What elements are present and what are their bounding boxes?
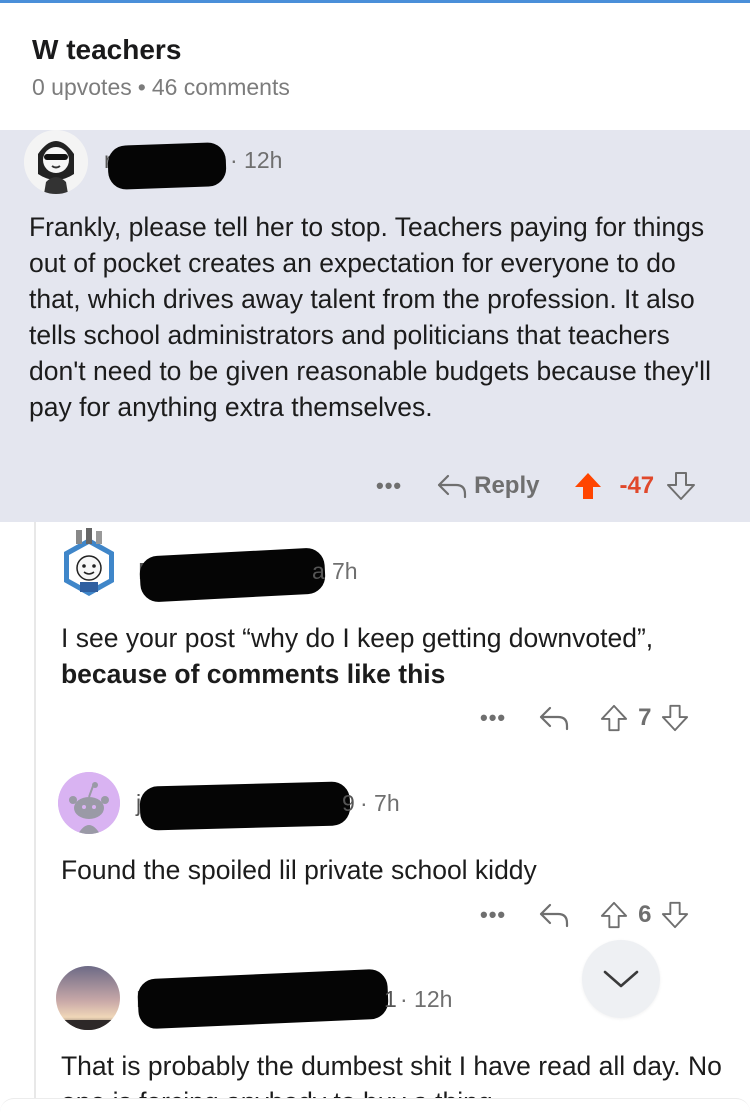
comment-time: 7h [332, 558, 358, 584]
post-title[interactable]: W teachers [32, 34, 290, 66]
avatar[interactable] [58, 772, 120, 834]
score: -47 [619, 472, 655, 499]
top-accent-line [0, 0, 750, 3]
scroll-next-button[interactable] [582, 940, 660, 1018]
upvote-icon[interactable] [573, 470, 603, 502]
username-tail: a [312, 558, 325, 584]
comment-highlighted: r · 12h Frankly, please tell her to stop… [0, 130, 750, 522]
comment-text-bold: because of comments like this [61, 659, 446, 689]
reply-icon[interactable] [538, 704, 570, 732]
avatar[interactable] [58, 528, 120, 602]
comment-body: Frankly, please tell her to stop. Teache… [29, 212, 711, 422]
snoo-avatar-icon [58, 772, 120, 834]
comment-time: · 12h [400, 986, 453, 1012]
reply-icon [438, 474, 467, 499]
score: 6 [638, 901, 652, 928]
comment-time: · 12h [230, 147, 283, 173]
comment-actions: ••• 7 [480, 703, 689, 733]
redacted-username [139, 781, 351, 831]
more-icon[interactable]: ••• [480, 705, 506, 731]
sunset-avatar-icon [56, 966, 120, 1030]
downvote-icon[interactable] [666, 470, 696, 502]
avatar-icon [64, 528, 114, 596]
username-tail: 9 [342, 790, 355, 816]
chevron-down-icon [603, 970, 639, 988]
username-tail: 1 [384, 986, 397, 1012]
upvote-count: 0 upvotes [32, 74, 132, 100]
avatar-icon [24, 130, 88, 194]
upvote-icon[interactable] [600, 703, 628, 733]
avatar[interactable] [56, 966, 120, 1030]
more-icon[interactable]: ••• [480, 902, 506, 928]
comment-body: Found the spoiled lil private school kid… [61, 855, 537, 885]
reply-button[interactable]: Reply [436, 472, 539, 500]
comment-text: I see your post “why do I keep getting d… [61, 623, 654, 653]
post-meta: 0 upvotes • 46 comments [32, 74, 290, 101]
bottom-sheet-edge [0, 1098, 750, 1114]
reply-icon[interactable] [538, 901, 570, 929]
redacted-username [138, 547, 327, 603]
comment-actions: ••• 6 [480, 900, 689, 930]
reply-label: Reply [474, 472, 540, 499]
comment-time: · 7h [360, 790, 400, 816]
avatar[interactable] [24, 130, 88, 194]
redacted-username [137, 968, 389, 1030]
downvote-icon[interactable] [661, 703, 689, 733]
comment-count: 46 comments [151, 74, 290, 100]
comment-reply: P a 7h I see your post “why do I keep ge… [0, 528, 750, 738]
upvote-icon[interactable] [600, 900, 628, 930]
downvote-icon[interactable] [661, 900, 689, 930]
meta-separator: • [137, 74, 146, 100]
more-icon[interactable]: ••• [376, 473, 402, 499]
redacted-username [107, 141, 227, 191]
comment-actions: ••• Reply -47 [376, 470, 696, 502]
score: 7 [638, 704, 652, 731]
comment-body: I see your post “why do I keep getting d… [61, 620, 721, 692]
comment-reply: j 9 · 7h Found the spoiled lil private s… [0, 770, 750, 940]
post-header: W teachers 0 upvotes • 46 comments [32, 34, 290, 101]
